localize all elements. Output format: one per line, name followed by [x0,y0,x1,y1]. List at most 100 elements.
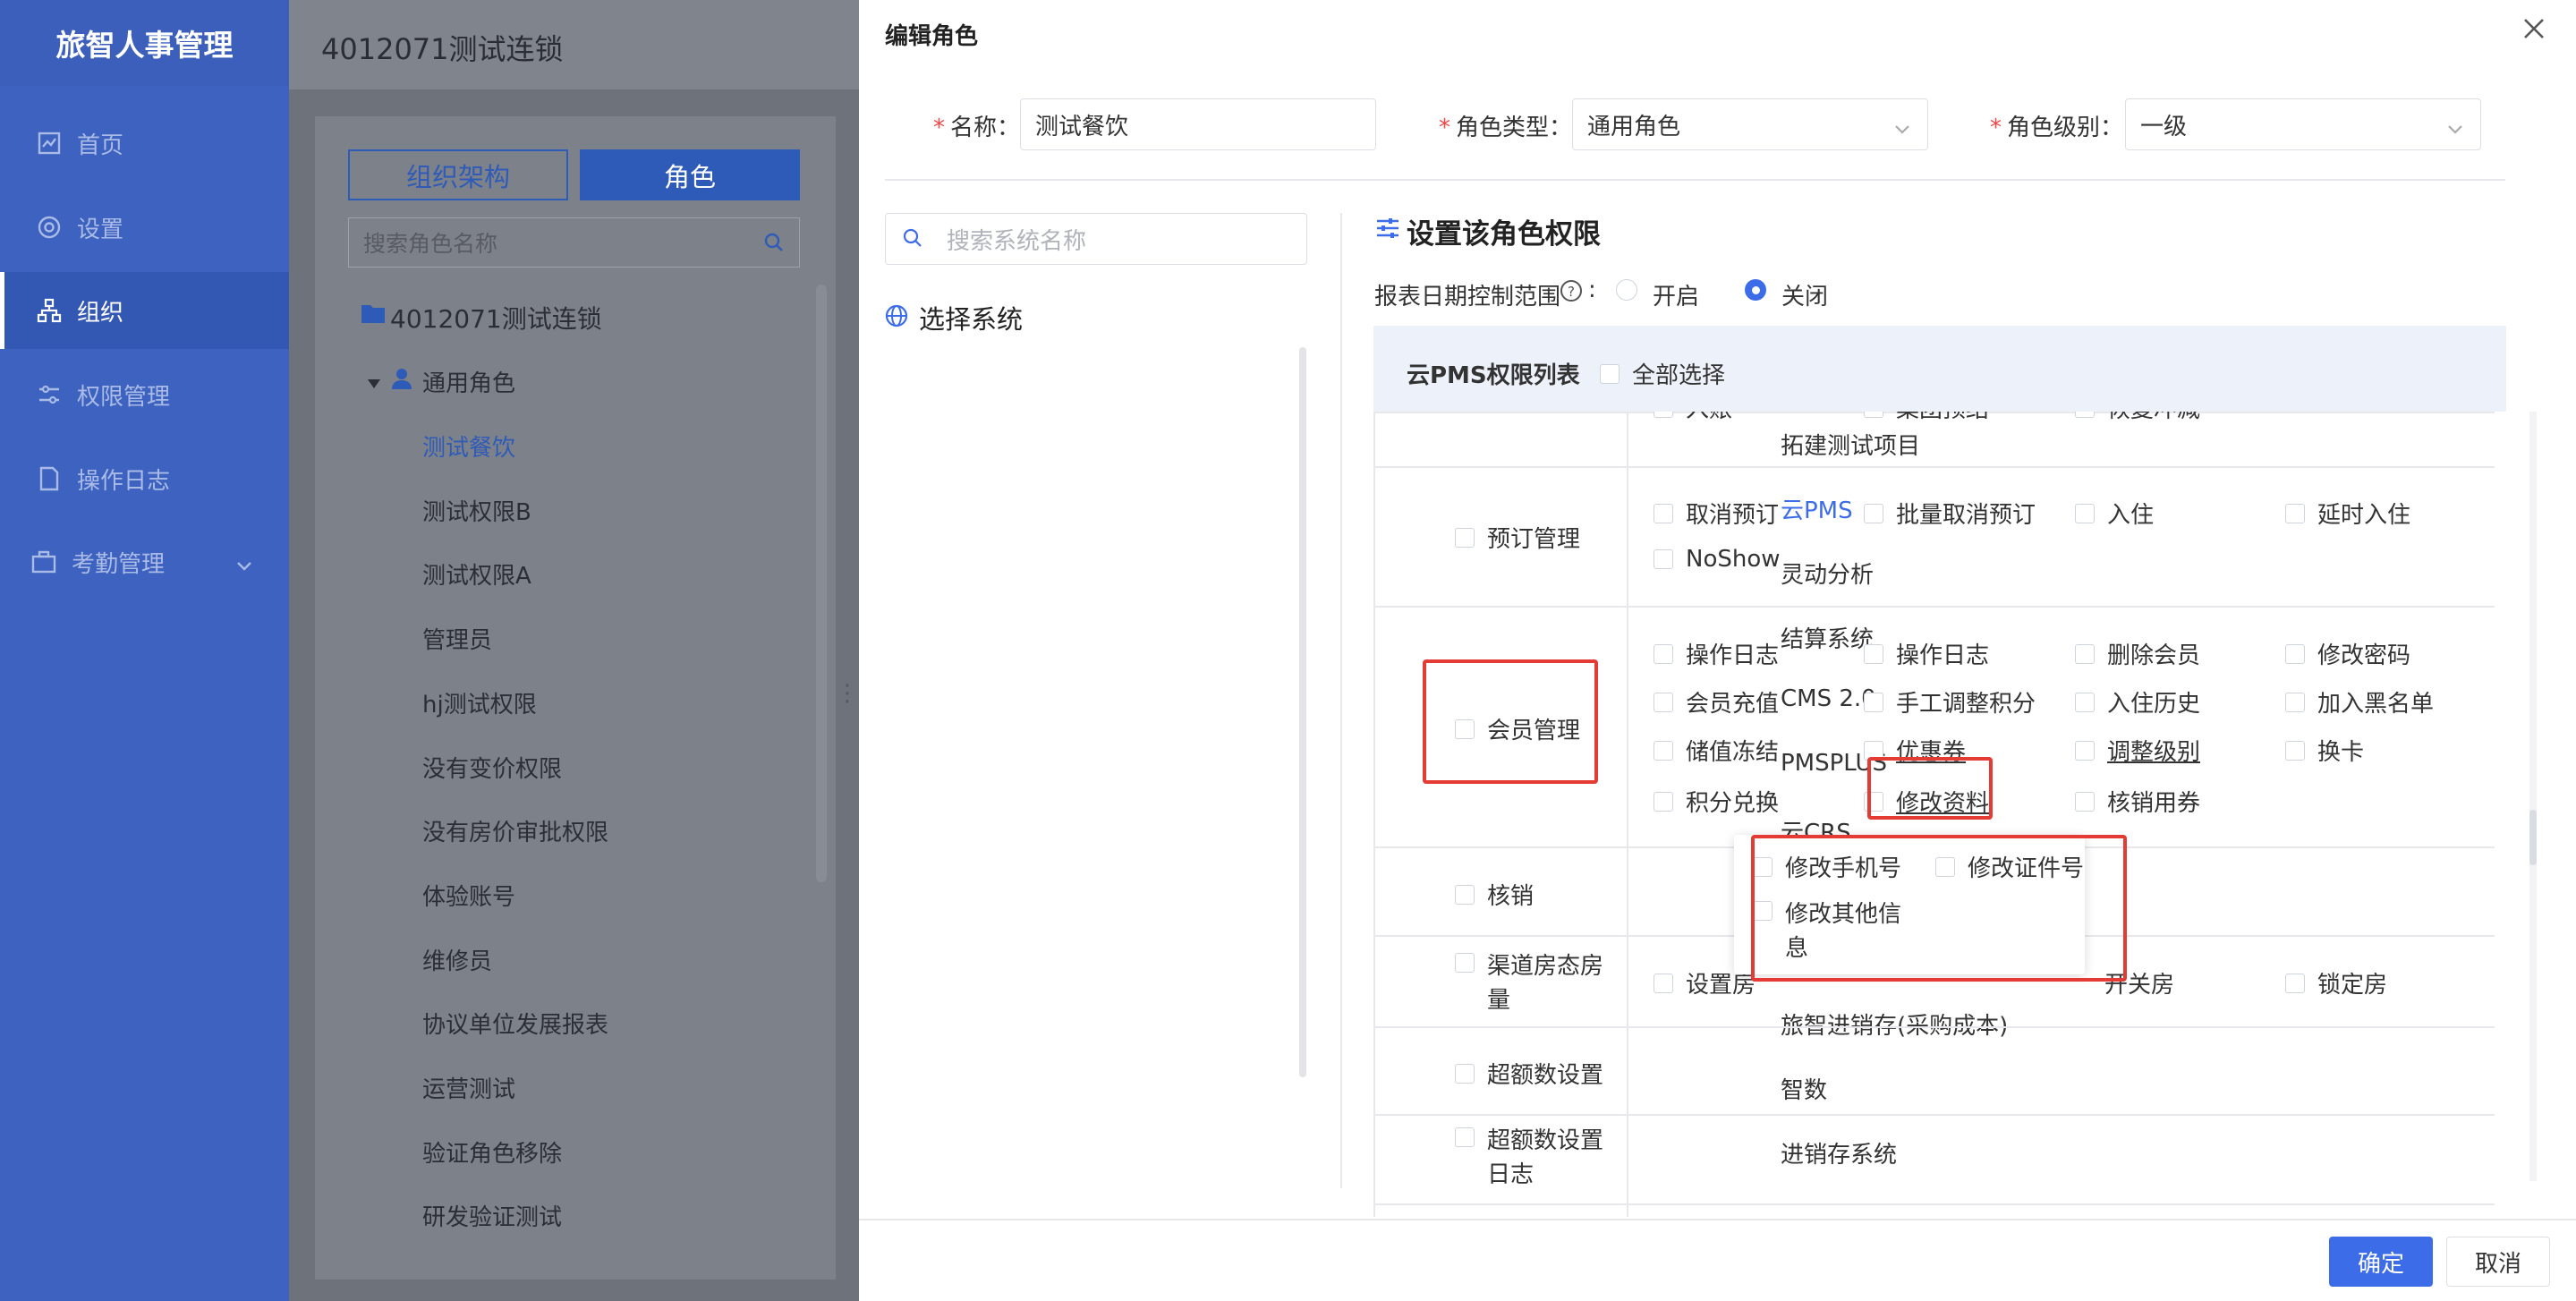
tab-role[interactable]: 角色 [580,149,800,200]
chevron-down-icon [1893,115,1911,142]
role-item[interactable]: 没有变价权限 [422,751,562,784]
tree-group[interactable]: 通用角色 [422,365,515,398]
perm-checkbox[interactable]: 核销用券 [2075,785,2200,818]
perm-checkbox[interactable]: 换卡 [2285,734,2364,767]
top-bar: 4012071测试连锁 [289,0,859,89]
highlight-edit-profile [1867,757,1993,820]
radio-open[interactable] [1616,279,1637,301]
role-item[interactable]: 研发验证测试 [422,1199,562,1232]
chart-icon [36,130,63,157]
perm-checkbox[interactable]: 操作日志 [1864,637,1989,670]
perm-checkbox[interactable]: 调整级别 [2075,734,2200,767]
role-search-input[interactable]: 搜索角色名称 [348,217,800,268]
table-scrollbar-thumb[interactable] [2529,810,2537,865]
perm-checkbox[interactable]: 修改密码 [2285,637,2410,670]
system-search-input[interactable]: 搜索系统名称 [885,213,1307,265]
sidebar-item-permissions[interactable]: 权限管理 [0,356,289,433]
row-checkbox-excess-log[interactable]: 超额数设置 日志 [1455,1124,1603,1192]
sidebar-item-label: 操作日志 [77,467,171,495]
column-divider [1340,213,1342,1188]
system-item[interactable]: 旅智进销存(采购成本) [1781,1008,2008,1041]
system-item[interactable]: 灵动分析 [1781,557,1874,590]
sidebar: 旅智人事管理 首页 设置 组织 权限管理 操作日志 考勤管理 [0,0,289,1301]
divider [885,179,2505,181]
perm-checkbox[interactable]: 储值冻结 [1654,734,1779,767]
role-list-scrollbar[interactable] [816,285,827,882]
cancel-button[interactable]: 取消 [2446,1237,2550,1287]
sidebar-item-label: 首页 [77,132,124,159]
sidebar-item-org[interactable]: 组织 [0,272,289,349]
role-item[interactable]: 测试权限B [422,494,531,527]
help-icon[interactable]: ? [1560,279,1583,306]
caret-down-icon [367,376,381,393]
sidebar-item-home[interactable]: 首页 [0,105,289,182]
search-icon [902,227,923,255]
row-checkbox-channel[interactable]: 渠道房态房量 [1455,949,1603,1017]
role-item[interactable]: 没有房价审批权限 [422,814,608,847]
perm-checkbox[interactable]: 会员充值 [1654,685,1779,719]
drag-handle-icon[interactable]: ⋮ [836,680,859,707]
system-item[interactable]: 智数 [1781,1072,1827,1105]
role-item[interactable]: 协议单位发展报表 [422,1007,608,1040]
role-item[interactable]: 维修员 [422,943,492,976]
perm-checkbox[interactable]: 恢复冲减 [2075,412,2200,424]
perm-checkbox[interactable]: 删除会员 [2075,637,2200,670]
system-item[interactable]: 进销存系统 [1781,1136,1897,1169]
edit-role-drawer: 编辑角色 * 名称： 测试餐饮 * 角色类型： 通用角色 * 角色级别： 一级 搜索系… [859,0,2576,1301]
sidebar-item-attendance[interactable]: 考勤管理 [0,523,289,600]
role-item[interactable]: 运营测试 [422,1071,515,1104]
perm-checkbox[interactable]: 锁定房 [2285,966,2387,999]
table-scrollbar-track[interactable] [2529,412,2537,1181]
perm-checkbox[interactable]: 延时入住 [2285,497,2410,530]
system-item[interactable]: CMS 2.0 [1781,685,1876,712]
sidebar-item-label: 考勤管理 [72,550,166,578]
svg-text:?: ? [1568,284,1575,300]
radio-open-label: 开启 [1653,284,1700,310]
perm-checkbox[interactable]: 积分兑换 [1654,785,1779,818]
select-all-checkbox[interactable]: 全部选择 [1600,357,1725,390]
perm-checkbox[interactable]: 加入黑名单 [2285,685,2434,719]
system-list-scrollbar[interactable] [1299,347,1306,1077]
perm-checkbox[interactable]: 集团预结 [1864,412,1989,424]
permission-list-title: 云PMS权限列表 [1407,362,1580,389]
perm-checkbox[interactable]: 入账 [1654,412,1732,424]
tab-org-structure[interactable]: 组织架构 [348,149,568,200]
close-icon[interactable] [2521,16,2546,45]
highlight-member-row [1423,659,1598,784]
type-label: * 角色类型： [1439,115,1573,141]
tree-root[interactable]: 4012071测试连锁 [390,300,602,336]
perm-checkbox[interactable]: 入住 [2075,497,2154,530]
perm-checkbox[interactable]: NoShow [1654,546,1781,573]
role-item[interactable]: 体验账号 [422,879,515,912]
sidebar-item-label: 组织 [77,299,124,327]
radio-close[interactable] [1745,279,1766,301]
doc-icon [36,465,63,492]
role-item[interactable]: 测试餐饮 [422,429,515,463]
table-row: 入账 集团预结 恢复冲减 [1627,412,2521,433]
perm-checkbox[interactable]: 手工调整积分 [1864,685,2036,719]
role-item[interactable]: 验证角色移除 [422,1135,562,1169]
role-level-select[interactable]: 一级 [2125,98,2481,150]
confirm-button[interactable]: 确定 [2329,1237,2433,1287]
briefcase-icon [30,548,57,575]
role-item[interactable]: 测试权限A [422,557,531,591]
search-icon [763,232,785,257]
name-input[interactable]: 测试餐饮 [1020,98,1376,150]
role-item[interactable]: hj测试权限 [422,686,537,719]
sidebar-item-logs[interactable]: 操作日志 [0,440,289,517]
role-type-select[interactable]: 通用角色 [1572,98,1928,150]
perm-checkbox[interactable]: 取消预订 [1654,497,1779,530]
row-checkbox-reserve[interactable]: 预订管理 [1455,521,1580,554]
system-item[interactable]: 结算系统 [1781,621,1874,654]
chevron-down-icon [235,552,253,579]
perm-checkbox[interactable]: 批量取消预订 [1864,497,2036,530]
perm-checkbox[interactable]: 操作日志 [1654,637,1779,670]
row-checkbox-verify[interactable]: 核销 [1455,878,1534,911]
sidebar-item-settings[interactable]: 设置 [0,189,289,266]
folder-icon [361,302,386,327]
role-item[interactable]: 管理员 [422,622,492,655]
perm-checkbox[interactable]: 入住历史 [2075,685,2200,719]
system-item[interactable]: 云PMS [1781,492,1853,525]
row-checkbox-excess[interactable]: 超额数设置 [1455,1057,1603,1090]
brand-title: 旅智人事管理 [0,0,289,86]
